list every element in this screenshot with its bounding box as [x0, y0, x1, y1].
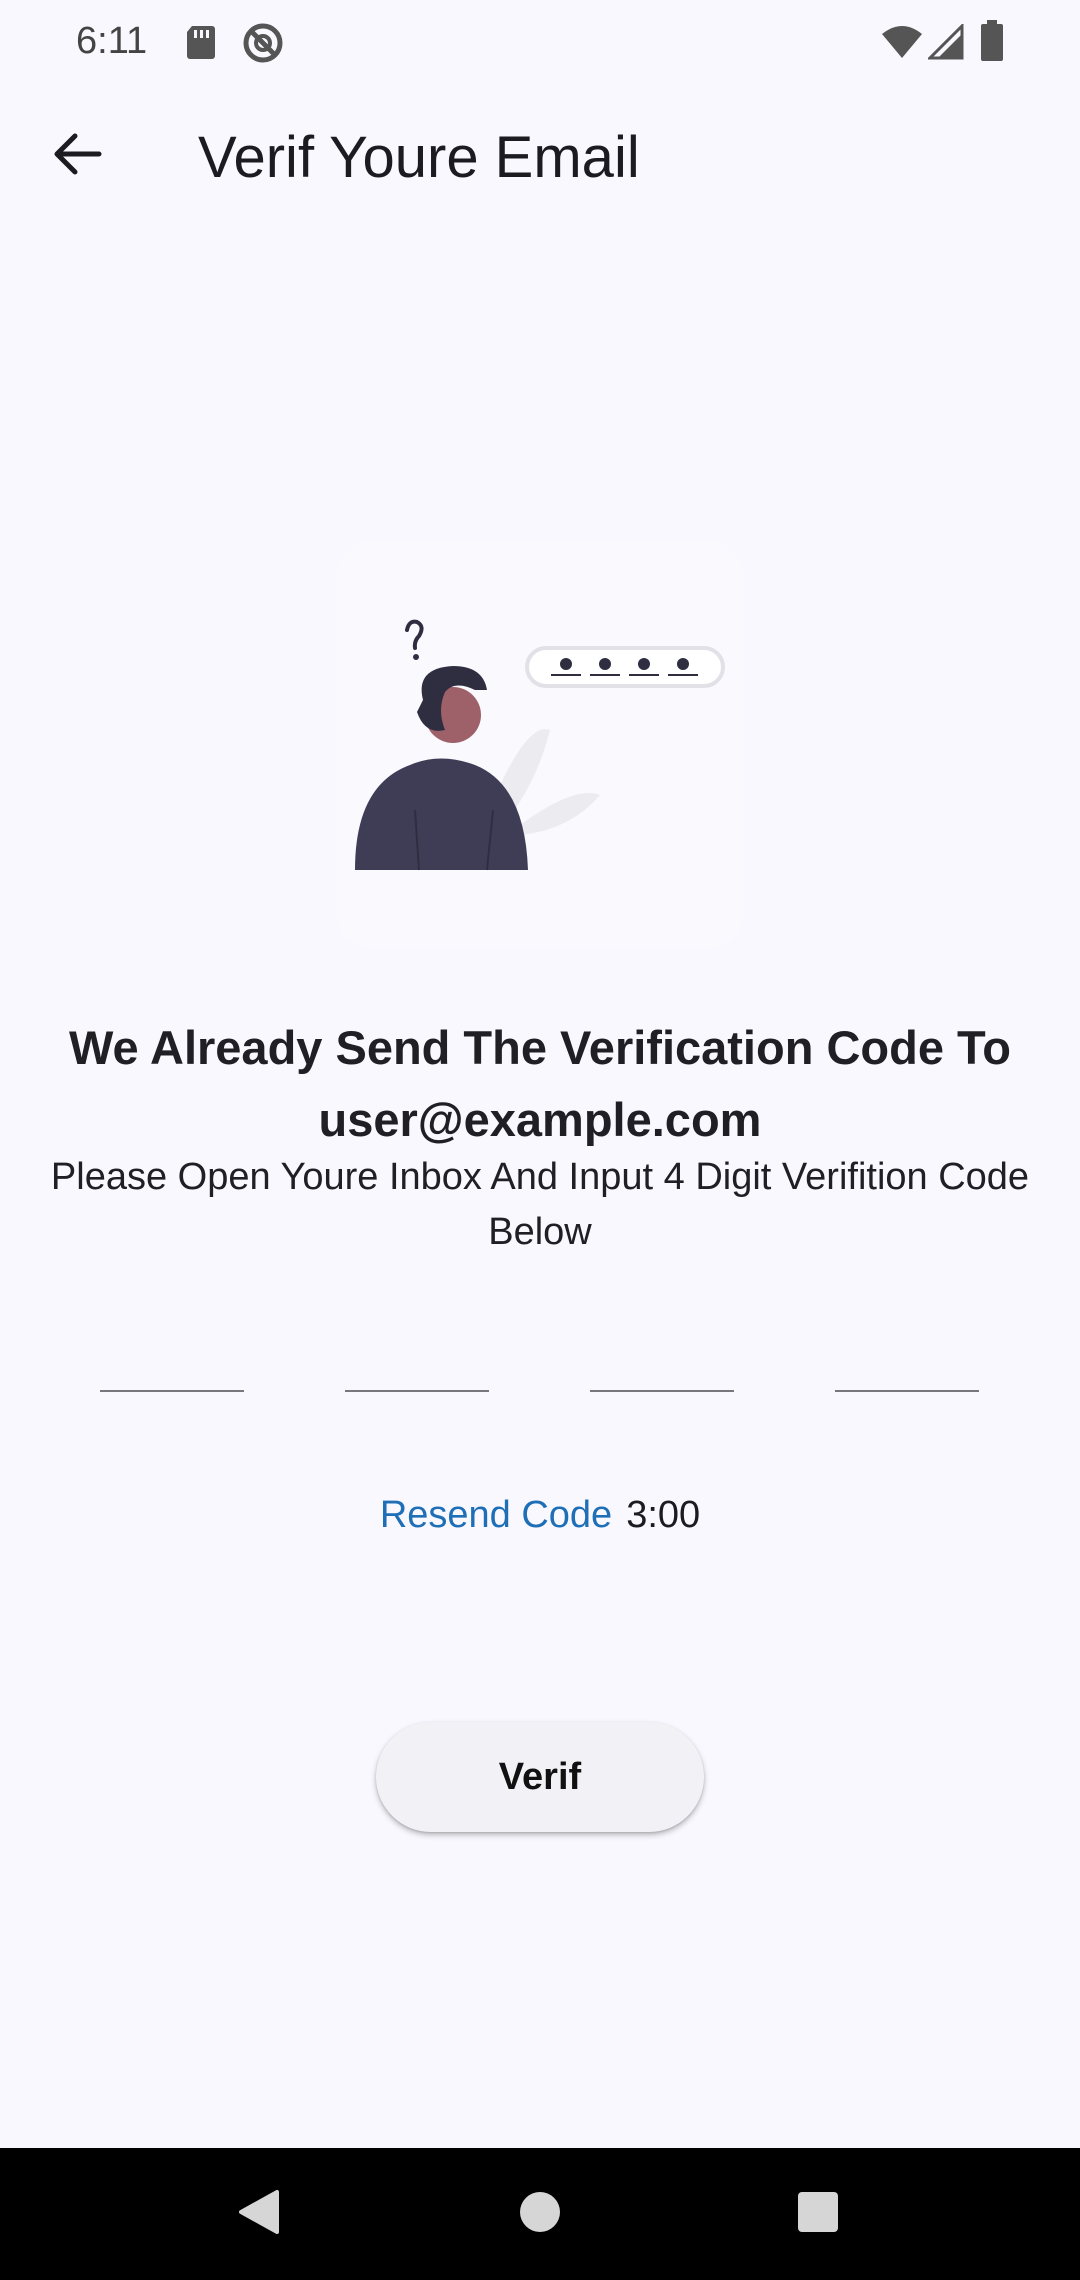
- verification-illustration: [335, 540, 745, 950]
- person-illustration: [355, 619, 725, 871]
- code-digit-4-input[interactable]: [835, 1340, 979, 1392]
- resend-code-link[interactable]: Resend Code: [380, 1494, 612, 1536]
- verification-headline: We Already Send The Verification Code To…: [69, 1021, 1011, 1146]
- recents-square-icon: [797, 2191, 839, 2238]
- nav-home-button[interactable]: [500, 2174, 580, 2254]
- resend-row: Resend Code 3:00: [0, 1494, 1080, 1537]
- back-button[interactable]: [40, 118, 116, 194]
- code-digit-3-input[interactable]: [590, 1340, 734, 1392]
- battery-icon: [980, 20, 1004, 67]
- page-title: Verif Youre Email: [198, 125, 640, 190]
- back-triangle-icon: [237, 2188, 281, 2241]
- verify-email-screen: 6:11 Verif Youre Email We Already Send T…: [0, 0, 1080, 2280]
- nav-recents-button[interactable]: [778, 2174, 858, 2254]
- verification-instructions: Please Open Youre Inbox And Input 4 Digi…: [50, 1156, 1030, 1253]
- verify-button[interactable]: Verif: [376, 1722, 704, 1832]
- wifi-icon: [880, 24, 924, 65]
- home-circle-icon: [518, 2190, 562, 2239]
- code-digit-2-input[interactable]: [345, 1340, 489, 1392]
- system-nav-bar: [0, 2148, 1080, 2280]
- app-bar: Verif Youre Email: [0, 88, 1080, 228]
- code-digit-1-input[interactable]: [100, 1340, 244, 1392]
- do-not-disturb-icon: [242, 22, 284, 69]
- cell-signal-icon: [926, 22, 964, 65]
- status-bar: 6:11: [0, 0, 1080, 88]
- resend-timer: 3:00: [626, 1494, 701, 1536]
- arrow-back-icon: [53, 132, 103, 181]
- sd-card-icon: [184, 22, 218, 67]
- status-time: 6:11: [76, 20, 148, 62]
- nav-back-button[interactable]: [219, 2174, 299, 2254]
